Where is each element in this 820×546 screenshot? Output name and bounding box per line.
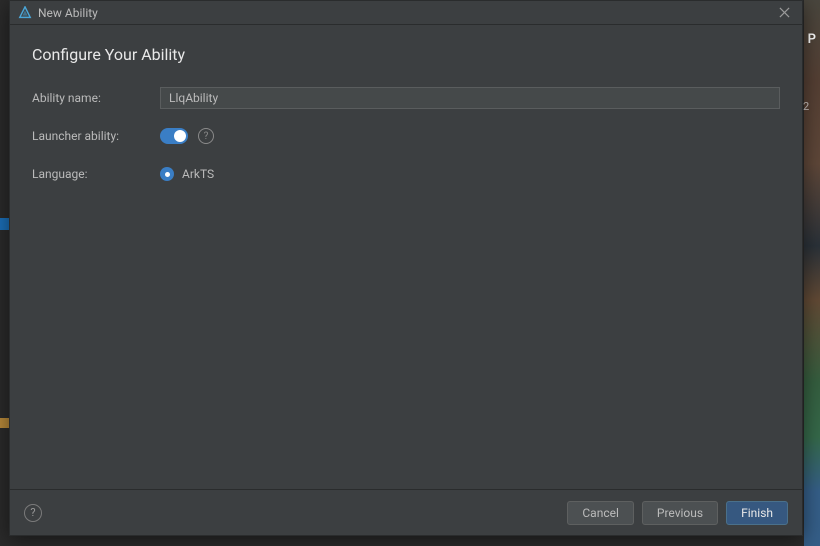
- bg-text-p: P: [808, 32, 816, 47]
- dialog-footer: ? Cancel Previous Finish: [10, 489, 802, 535]
- ability-name-input[interactable]: [160, 87, 780, 109]
- page-title: Configure Your Ability: [32, 45, 780, 64]
- control-ability-name: [160, 87, 780, 109]
- label-ability-name: Ability name:: [32, 91, 160, 105]
- launcher-ability-toggle[interactable]: [160, 128, 188, 144]
- close-icon: [779, 7, 790, 18]
- titlebar: New Ability: [10, 1, 802, 25]
- previous-button[interactable]: Previous: [642, 501, 718, 525]
- close-button[interactable]: [774, 3, 794, 23]
- radio-dot: [165, 172, 170, 177]
- bg-strip: [804, 0, 820, 546]
- dialog-content: Configure Your Ability Ability name: Lau…: [10, 25, 802, 489]
- row-ability-name: Ability name:: [32, 86, 780, 110]
- language-radio-arkts-label: ArkTS: [182, 167, 214, 181]
- finish-button[interactable]: Finish: [726, 501, 788, 525]
- dialog-new-ability: New Ability Configure Your Ability Abili…: [9, 0, 803, 536]
- footer-help-button[interactable]: ?: [24, 504, 42, 522]
- app-logo-icon: [18, 6, 32, 20]
- row-language: Language: ArkTS: [32, 162, 780, 186]
- bg-text-2: 2: [803, 100, 809, 113]
- toggle-knob: [174, 130, 186, 142]
- control-launcher-ability: ?: [160, 128, 780, 144]
- label-launcher-ability: Launcher ability:: [32, 129, 160, 143]
- language-radio-arkts[interactable]: [160, 167, 174, 181]
- row-launcher-ability: Launcher ability: ?: [32, 124, 780, 148]
- help-icon[interactable]: ?: [198, 128, 214, 144]
- cancel-button[interactable]: Cancel: [567, 501, 634, 525]
- label-language: Language:: [32, 167, 160, 181]
- control-language: ArkTS: [160, 167, 780, 181]
- window-title: New Ability: [38, 6, 774, 20]
